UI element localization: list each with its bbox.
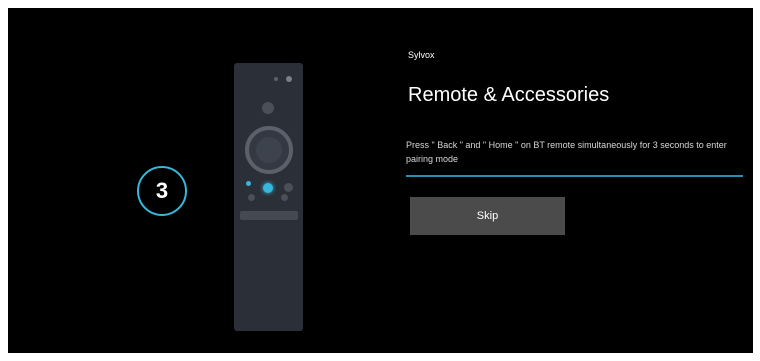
brand-label: Sylvox [408, 50, 435, 60]
remote-dpad-center [256, 137, 282, 163]
pairing-instructions: Press " Back " and " Home " on BT remote… [406, 140, 727, 164]
remote-indicator-dot [274, 77, 278, 81]
remote-power-dot [286, 76, 292, 82]
remote-menu-button [284, 183, 293, 192]
page-title: Remote & Accessories [408, 84, 610, 106]
remote-small-button [248, 194, 255, 201]
remote-small-button [281, 194, 288, 201]
pairing-screen: 3 Sylvox Remote & Accessories Press " Ba… [8, 8, 753, 353]
remote-home-button-highlight [263, 183, 273, 193]
remote-back-button-highlight [246, 181, 251, 186]
remote-mic-button [262, 102, 274, 114]
remote-illustration [234, 63, 303, 331]
remote-shortcut-bar [240, 211, 298, 220]
skip-button[interactable]: Skip [410, 197, 565, 235]
step-number: 3 [155, 178, 169, 203]
instructions-divider [406, 175, 743, 177]
step-indicator: 3 [137, 166, 187, 216]
